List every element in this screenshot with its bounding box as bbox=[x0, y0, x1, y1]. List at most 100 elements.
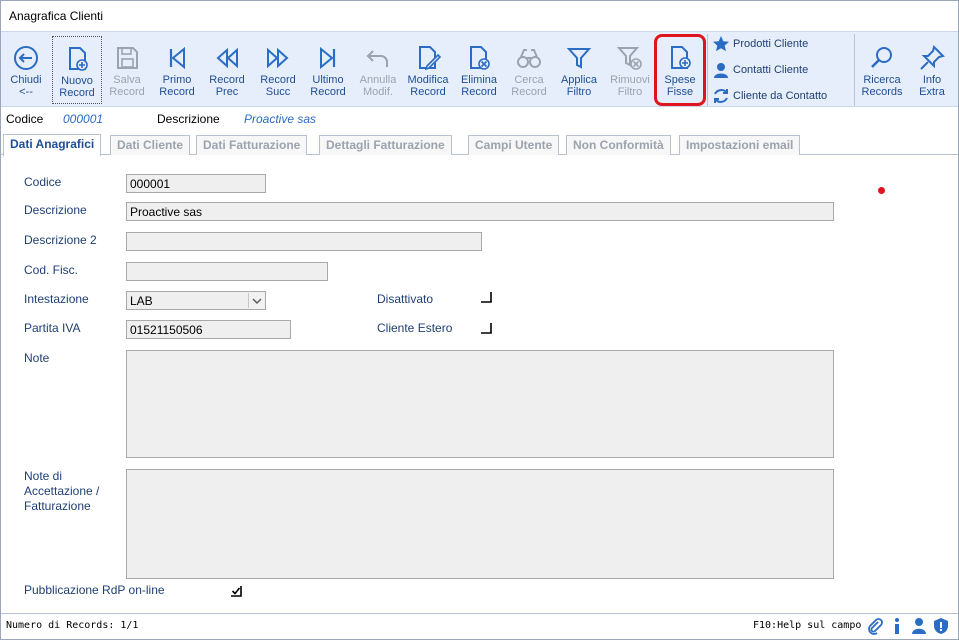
first-record-button-label: Primo Record bbox=[159, 74, 195, 98]
toolbar: Chiudi <-- Nuovo Record Salva Record Pri… bbox=[1, 31, 958, 107]
previous-record-icon bbox=[216, 47, 238, 69]
tab-non-conformita[interactable]: Non Conformità bbox=[566, 135, 671, 155]
back-arrow-icon bbox=[14, 46, 38, 70]
previous-record-button[interactable]: Record Prec bbox=[202, 36, 252, 104]
toolbar-separator bbox=[707, 34, 708, 106]
status-bar: Numero di Records: 1/1 F10:Help sul camp… bbox=[1, 613, 958, 639]
floppy-icon bbox=[117, 47, 138, 69]
paperclip-icon[interactable] bbox=[866, 617, 884, 635]
infobar-code-value: 000001 bbox=[63, 112, 104, 126]
tab-campi-utente[interactable]: Campi Utente bbox=[468, 135, 560, 155]
info-extra-button-label: Info Extra bbox=[919, 74, 945, 98]
heading-select[interactable]: LAB bbox=[126, 291, 266, 310]
search-records-button-label: Ricerca Records bbox=[861, 74, 903, 98]
customer-contacts-link[interactable]: Contatti Cliente bbox=[712, 60, 808, 80]
title-bar: Anagrafica Clienti bbox=[1, 1, 958, 31]
online-publication-label: Pubblicazione RdP on-line bbox=[24, 583, 165, 597]
foreign-customer-checkbox[interactable] bbox=[480, 322, 492, 334]
tab-dati-cliente[interactable]: Dati Cliente bbox=[110, 135, 191, 155]
tab-dati-fatturazione[interactable]: Dati Fatturazione bbox=[196, 135, 308, 155]
delete-record-button[interactable]: Elimina Record bbox=[454, 36, 504, 104]
tab-impostazioni-email[interactable]: Impostazioni email bbox=[679, 135, 801, 155]
toolbar-separator bbox=[854, 34, 855, 106]
tab-dettagli-fatturazione[interactable]: Dettagli Fatturazione bbox=[319, 135, 452, 155]
foreign-customer-label: Cliente Estero bbox=[377, 321, 453, 335]
window-title: Anagrafica Clienti bbox=[9, 9, 104, 23]
heading-select-value: LAB bbox=[130, 294, 153, 308]
description2-label: Descrizione 2 bbox=[24, 233, 97, 247]
close-button[interactable]: Chiudi <-- bbox=[1, 36, 51, 104]
record-info-bar: Codice 000001 Descrizione Proactive sas bbox=[1, 109, 958, 131]
new-record-button[interactable]: Nuovo Record bbox=[52, 36, 102, 104]
last-record-icon bbox=[320, 46, 336, 70]
last-record-button-label: Ultimo Record bbox=[310, 74, 346, 98]
next-record-icon bbox=[267, 47, 289, 69]
notes-label: Note bbox=[24, 351, 50, 365]
shield-icon[interactable] bbox=[932, 617, 950, 635]
fixed-expenses-button[interactable]: Spese Fisse bbox=[654, 34, 706, 106]
star-icon bbox=[713, 36, 729, 52]
undo-changes-button[interactable]: Annulla Modif. bbox=[353, 36, 403, 104]
vat-number-field[interactable]: 01521150506 bbox=[126, 320, 291, 339]
infobar-description-label: Descrizione bbox=[157, 112, 220, 126]
customer-products-link-label: Prodotti Cliente bbox=[733, 38, 809, 50]
remove-filter-icon bbox=[616, 47, 642, 70]
info-icon[interactable] bbox=[888, 617, 906, 635]
refresh-icon bbox=[714, 89, 728, 103]
delete-document-icon bbox=[470, 46, 490, 70]
customer-products-link[interactable]: Prodotti Cliente bbox=[712, 34, 808, 54]
binoculars-icon bbox=[517, 49, 541, 68]
search-record-button[interactable]: Cerca Record bbox=[504, 36, 554, 104]
acceptance-notes-label: Note di Accettazione / Fatturazione bbox=[24, 469, 100, 513]
infobar-description-value: Proactive sas bbox=[244, 112, 317, 126]
search-records-button[interactable]: Ricerca Records bbox=[857, 36, 907, 104]
side-links: Prodotti Cliente Contatti Cliente Client… bbox=[710, 32, 854, 108]
edit-document-icon bbox=[419, 46, 442, 71]
acceptance-notes-textarea[interactable] bbox=[126, 469, 834, 579]
tax-code-label: Cod. Fisc. bbox=[24, 263, 79, 277]
next-record-button[interactable]: Record Succ bbox=[253, 36, 303, 104]
vat-number-label: Partita IVA bbox=[24, 321, 81, 335]
info-extra-button[interactable]: Info Extra bbox=[907, 36, 957, 104]
apply-filter-button[interactable]: Applica Filtro bbox=[554, 36, 604, 104]
first-record-button[interactable]: Primo Record bbox=[152, 36, 202, 104]
previous-record-button-label: Record Prec bbox=[209, 74, 245, 98]
description2-field[interactable] bbox=[126, 232, 482, 251]
pin-icon bbox=[920, 45, 945, 70]
description-field[interactable]: Proactive sas bbox=[126, 202, 834, 221]
contact-person-icon bbox=[714, 63, 728, 78]
infobar-code-label: Codice bbox=[6, 112, 44, 126]
last-record-button[interactable]: Ultimo Record bbox=[303, 36, 353, 104]
add-document-icon bbox=[671, 46, 691, 69]
disabled-label: Disattivato bbox=[377, 292, 434, 306]
new-record-button-label: Nuovo Record bbox=[59, 75, 95, 99]
code-label: Codice bbox=[24, 175, 62, 189]
delete-record-button-label: Elimina Record bbox=[460, 74, 498, 98]
help-hint: F10:Help sul campo bbox=[753, 620, 862, 631]
next-record-button-label: Record Succ bbox=[260, 74, 296, 98]
tax-code-field[interactable] bbox=[126, 262, 328, 281]
apply-filter-button-label: Applica Filtro bbox=[560, 74, 598, 98]
chevron-down-icon[interactable] bbox=[248, 293, 264, 308]
code-field[interactable]: 000001 bbox=[126, 174, 266, 193]
required-indicator-dot bbox=[878, 187, 885, 194]
description-label: Descrizione bbox=[24, 203, 87, 217]
save-record-button[interactable]: Salva Record bbox=[102, 36, 152, 104]
save-record-button-label: Salva Record bbox=[109, 74, 145, 98]
remove-filter-button[interactable]: Rimuovi Filtro bbox=[605, 36, 655, 104]
notes-textarea[interactable] bbox=[126, 350, 834, 458]
main-window: Anagrafica Clienti Chiudi <-- Nuovo Reco… bbox=[0, 0, 959, 640]
search-record-button-label: Cerca Record bbox=[511, 74, 547, 98]
customer-from-contact-link[interactable]: Cliente da Contatto bbox=[712, 86, 827, 106]
edit-record-button[interactable]: Modifica Record bbox=[403, 36, 453, 104]
disabled-checkbox[interactable] bbox=[480, 291, 492, 303]
heading-label: Intestazione bbox=[24, 292, 89, 306]
tab-dati-anagrafici[interactable]: Dati Anagrafici bbox=[3, 134, 102, 156]
tab-strip: Dati Anagrafici Dati Cliente Dati Fattur… bbox=[1, 133, 958, 156]
user-icon[interactable] bbox=[910, 617, 928, 635]
filter-icon bbox=[566, 48, 592, 69]
form-panel: Codice 000001 Descrizione Proactive sas … bbox=[1, 156, 958, 611]
undo-changes-button-label: Annulla Modif. bbox=[359, 74, 397, 98]
close-button-label: Chiudi <-- bbox=[10, 74, 42, 98]
online-publication-checkbox[interactable] bbox=[230, 585, 242, 597]
